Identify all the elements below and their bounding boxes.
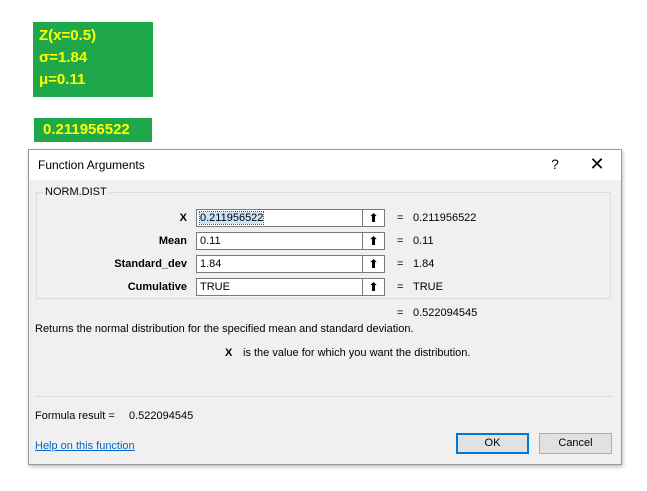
arg-equals-cumulative: = [397, 281, 404, 293]
arg-description-text: is the value for which you want the dist… [243, 347, 471, 359]
dialog-titlebar[interactable]: Function Arguments ? ✕ [29, 150, 621, 180]
arg-result-mean: 0.11 [413, 235, 434, 247]
param-line-sigma: σ=1.84 [39, 49, 88, 66]
help-icon[interactable]: ? [548, 156, 562, 172]
overall-result: 0.522094545 [413, 307, 478, 319]
help-on-function-link[interactable]: Help on this function [35, 440, 135, 452]
overall-equals: = [397, 307, 404, 319]
collapse-dialog-icon[interactable]: ⬆ [363, 209, 385, 227]
function-description: Returns the normal distribution for the … [35, 323, 414, 335]
arg-result-standard-dev: 1.84 [413, 258, 435, 270]
arg-result-x: 0.211956522 [413, 212, 477, 224]
divider [35, 396, 613, 397]
arg-label-standard-dev: Standard_dev [114, 258, 187, 270]
param-line-z: Z(x=0.5) [39, 27, 97, 44]
arg-input-mean[interactable]: 0.11 [196, 232, 363, 250]
arg-input-cumulative[interactable]: TRUE [196, 278, 363, 296]
dialog-title: Function Arguments [38, 158, 145, 172]
function-arguments-dialog: Function Arguments ? ✕ NORM.DIST X 0.211… [28, 149, 622, 465]
collapse-dialog-icon[interactable]: ⬆ [363, 278, 385, 296]
arg-label-mean: Mean [158, 235, 187, 247]
collapse-dialog-icon[interactable]: ⬆ [363, 232, 385, 250]
cancel-button[interactable]: Cancel [539, 433, 612, 454]
arg-result-cumulative: TRUE [413, 281, 443, 293]
arg-input-cumulative-value: TRUE [200, 281, 230, 293]
close-icon[interactable]: ✕ [589, 154, 605, 175]
arg-input-standard-dev-value: 1.84 [200, 258, 222, 270]
arg-equals-x: = [397, 212, 404, 224]
formula-result-label: Formula result = [35, 410, 115, 422]
parameters-cell[interactable]: Z(x=0.5) σ=1.84 μ=0.11 [33, 22, 153, 97]
result-cell[interactable]: 0.211956522 [34, 118, 152, 142]
formula-result-value: 0.522094545 [129, 410, 194, 422]
arg-label-cumulative: Cumulative [127, 281, 187, 293]
arg-label-x: X [179, 212, 187, 224]
result-cell-value: 0.211956522 [43, 121, 130, 138]
ok-button[interactable]: OK [456, 433, 529, 454]
param-line-mu: μ=0.11 [39, 71, 86, 88]
arg-input-x[interactable]: 0.211956522 [196, 209, 363, 227]
collapse-dialog-icon[interactable]: ⬆ [363, 255, 385, 273]
arg-input-x-value: 0.211956522 [198, 211, 265, 225]
arg-input-mean-value: 0.11 [200, 235, 221, 247]
arg-input-standard-dev[interactable]: 1.84 [196, 255, 363, 273]
function-name-label: NORM.DIST [43, 186, 109, 198]
arg-equals-mean: = [397, 235, 404, 247]
arg-description-name: X [225, 347, 233, 359]
arg-equals-standard-dev: = [397, 258, 404, 270]
